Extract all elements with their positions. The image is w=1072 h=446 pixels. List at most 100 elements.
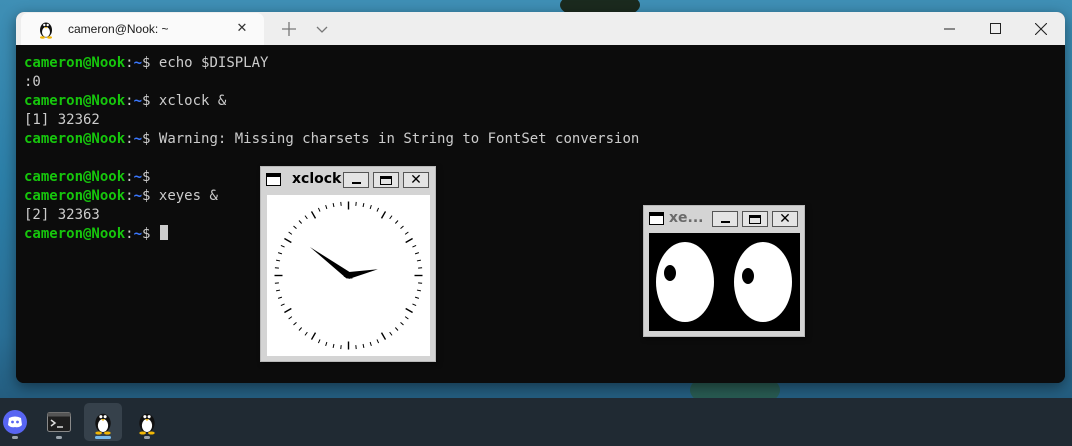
clock-hour-tick bbox=[284, 307, 292, 314]
taskbar bbox=[0, 398, 1072, 446]
xclock-minimize-button[interactable] bbox=[343, 172, 369, 188]
prompt-user: cameron@Nook bbox=[24, 188, 126, 204]
xclock-maximize-button[interactable] bbox=[373, 172, 399, 188]
analog-clock bbox=[274, 201, 423, 350]
output-text: [1] 32362 bbox=[24, 112, 100, 128]
tab-dropdown-button[interactable] bbox=[312, 18, 332, 40]
prompt-separator: : bbox=[125, 93, 134, 109]
clock-minute-tick bbox=[277, 296, 283, 299]
prompt-path: ~ bbox=[133, 169, 143, 185]
eyes-graphic bbox=[649, 236, 799, 328]
xeyes-close-button[interactable]: ✕ bbox=[772, 211, 798, 227]
maximize-button[interactable] bbox=[972, 12, 1018, 45]
taskbar-app-terminal[interactable] bbox=[40, 403, 78, 441]
clock-minute-tick bbox=[369, 341, 372, 347]
xclock-window[interactable]: xclock ✕ bbox=[260, 166, 436, 362]
prompt-user: cameron@Nook bbox=[24, 131, 126, 147]
clock-minute-tick bbox=[293, 321, 297, 326]
clock-minute-tick bbox=[325, 204, 328, 210]
command-text: Warning: Missing charsets in String to F… bbox=[158, 131, 640, 147]
clock-minute-tick bbox=[362, 343, 365, 348]
window-icon bbox=[649, 212, 664, 225]
clock-hour-tick bbox=[405, 307, 413, 314]
clock-hour-tick bbox=[405, 237, 413, 244]
clock-minute-tick bbox=[414, 296, 420, 299]
maximize-icon bbox=[989, 23, 1001, 34]
clock-minute-tick bbox=[298, 220, 303, 224]
terminal-tab[interactable]: cameron@Nook: ~ ✕ bbox=[21, 13, 264, 45]
prompt-path: ~ bbox=[133, 93, 143, 109]
prompt-user: cameron@Nook bbox=[24, 55, 126, 71]
clock-hour-hand bbox=[309, 246, 353, 279]
terminal-icon bbox=[47, 412, 71, 432]
right-eye bbox=[734, 242, 792, 322]
prompt-dollar: $ bbox=[142, 169, 159, 185]
clock-minute-tick bbox=[414, 252, 420, 255]
terminal-window: cameron@Nook: ~ ✕ cameron@Nook:~$ echo $… bbox=[16, 12, 1065, 383]
discord-icon bbox=[3, 410, 27, 434]
prompt-dollar: $ bbox=[142, 55, 159, 71]
clock-minute-tick bbox=[400, 225, 404, 230]
title-bar[interactable]: cameron@Nook: ~ ✕ bbox=[16, 12, 1065, 45]
clock-minute-tick bbox=[332, 343, 335, 348]
new-tab-button[interactable] bbox=[278, 18, 300, 40]
clock-minute-tick bbox=[280, 303, 285, 307]
prompt-dollar: $ bbox=[142, 188, 159, 204]
xclock-close-button[interactable]: ✕ bbox=[403, 172, 429, 188]
window-icon bbox=[266, 173, 281, 186]
prompt-dollar: $ bbox=[142, 226, 159, 242]
minimize-button[interactable] bbox=[926, 12, 972, 45]
minimize-icon bbox=[943, 28, 955, 30]
taskbar-app-linux[interactable] bbox=[128, 403, 166, 441]
clock-minute-tick bbox=[304, 215, 308, 220]
prompt-separator: : bbox=[125, 55, 134, 71]
taskbar-app-discord[interactable] bbox=[0, 403, 34, 441]
taskbar-indicator bbox=[12, 436, 18, 439]
clock-hour-tick bbox=[380, 211, 387, 219]
clock-minute-tick bbox=[362, 203, 365, 208]
xclock-title-bar[interactable]: xclock ✕ bbox=[261, 167, 435, 191]
xeyes-maximize-button[interactable] bbox=[742, 211, 768, 227]
command-text: xclock & bbox=[158, 93, 227, 109]
terminal-body[interactable]: cameron@Nook:~$ echo $DISPLAY:0 cameron@N… bbox=[16, 45, 1065, 383]
close-button[interactable] bbox=[1018, 12, 1064, 45]
clock-hour-tick bbox=[310, 211, 317, 219]
output-text: [2] 32363 bbox=[24, 207, 100, 223]
clock-minute-tick bbox=[288, 316, 293, 320]
clock-minute-tick bbox=[298, 327, 303, 331]
left-eye bbox=[656, 242, 714, 322]
clock-minute-tick bbox=[412, 244, 417, 248]
clock-minute-tick bbox=[332, 203, 335, 208]
clock-minute-tick bbox=[376, 339, 380, 344]
terminal-cursor bbox=[159, 225, 168, 240]
chevron-down-icon bbox=[316, 26, 328, 33]
xeyes-title: xe... bbox=[669, 210, 704, 226]
taskbar-indicator bbox=[56, 436, 62, 439]
right-pupil bbox=[742, 268, 754, 284]
prompt-separator: : bbox=[125, 169, 134, 185]
plus-icon bbox=[282, 22, 296, 36]
clock-minute-tick bbox=[404, 231, 409, 235]
taskbar-app-ubuntu[interactable] bbox=[84, 403, 122, 441]
command-text: echo $DISPLAY bbox=[158, 55, 269, 71]
clock-minute-tick bbox=[280, 244, 285, 248]
clock-minute-tick bbox=[404, 316, 409, 320]
taskbar-indicator bbox=[95, 436, 111, 439]
clock-minute-tick bbox=[304, 331, 308, 336]
close-icon bbox=[1035, 22, 1047, 35]
tab-close-icon[interactable]: ✕ bbox=[234, 21, 250, 37]
clock-minute-hand bbox=[343, 269, 378, 279]
command-text: xeyes & bbox=[158, 188, 218, 204]
clock-minute-tick bbox=[325, 341, 328, 347]
xeyes-window[interactable]: xe... ✕ bbox=[643, 205, 805, 337]
close-icon: ✕ bbox=[779, 211, 791, 227]
clock-minute-tick bbox=[276, 259, 281, 262]
clock-minute-tick bbox=[400, 321, 404, 326]
terminal-line: cameron@Nook:~$ echo $DISPLAY bbox=[24, 54, 639, 73]
xeyes-title-bar[interactable]: xe... ✕ bbox=[644, 206, 804, 230]
clock-minute-tick bbox=[317, 339, 321, 344]
xeyes-minimize-button[interactable] bbox=[712, 211, 738, 227]
output-text: :0 bbox=[24, 74, 41, 90]
close-icon: ✕ bbox=[410, 172, 422, 188]
taskbar-indicator bbox=[144, 436, 150, 439]
